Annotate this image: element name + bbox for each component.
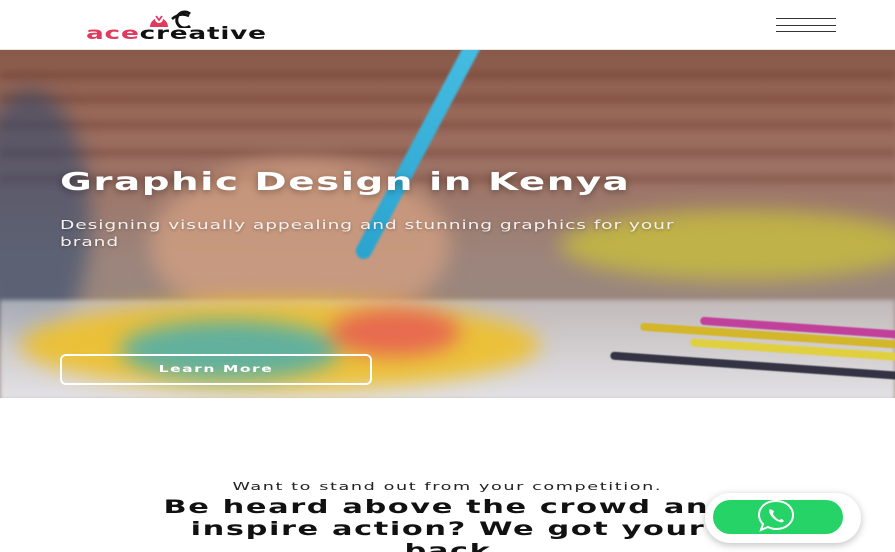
logo-text-ace: ace — [86, 24, 140, 44]
site-logo[interactable]: acecreative — [86, 10, 282, 44]
menu-line — [776, 31, 836, 32]
logo-wordmark: acecreative — [86, 24, 267, 44]
whatsapp-icon — [757, 499, 795, 532]
hamburger-menu-icon[interactable] — [776, 18, 836, 32]
site-header: acecreative — [0, 0, 895, 50]
menu-line — [776, 24, 836, 26]
learn-more-label: Learn More — [158, 364, 274, 375]
hero-title: Graphic Design in Kenya — [60, 167, 631, 196]
whatsapp-chat-button[interactable] — [705, 493, 861, 543]
hero-content: Graphic Design in Kenya Designing visual… — [60, 167, 840, 385]
logo-text-creative: creative — [139, 24, 267, 44]
section-tagline: Want to stand out from your competition. — [0, 480, 895, 493]
learn-more-button[interactable]: Learn More — [60, 354, 372, 385]
menu-line — [776, 18, 836, 19]
headline-text: Be heard above the crowd and inspire act… — [162, 496, 733, 552]
hero-subtitle: Designing visually appealing and stunnin… — [60, 218, 675, 249]
tagline-text: Want to stand out from your competition. — [232, 480, 663, 493]
hero-banner: Graphic Design in Kenya Designing visual… — [0, 50, 895, 398]
